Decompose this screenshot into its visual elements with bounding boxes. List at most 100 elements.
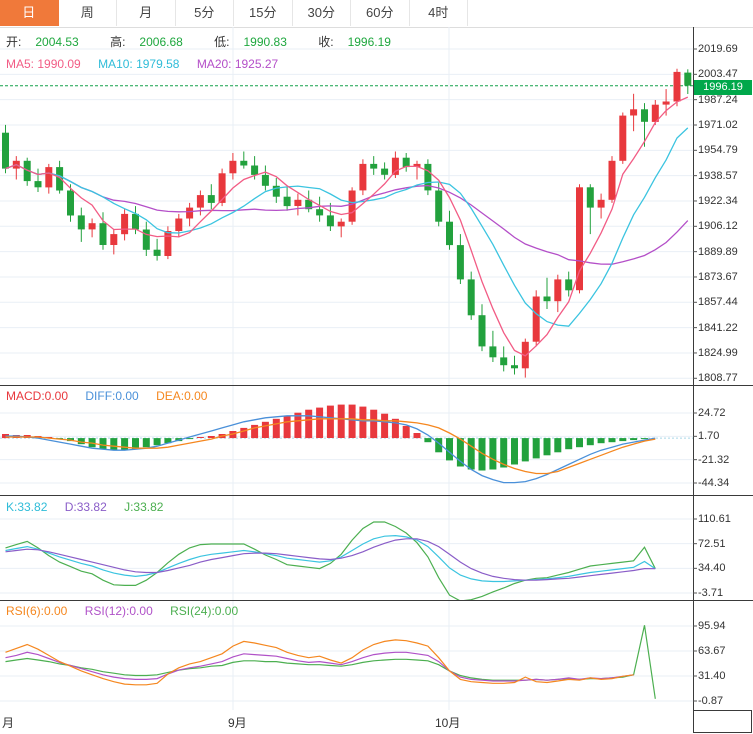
macd-bar: [262, 422, 269, 438]
macd-bar: [522, 438, 529, 461]
candle-body: [294, 200, 301, 206]
macd-bar: [143, 438, 150, 447]
candle-body: [197, 195, 204, 208]
rsi24-line: [6, 625, 656, 699]
candle-body: [175, 219, 182, 232]
macd-bar: [457, 438, 464, 466]
macd-bar: [121, 438, 128, 450]
ma10-line: [6, 128, 688, 326]
candle-body: [132, 214, 139, 230]
candle-body: [392, 158, 399, 175]
time-axis-label: 10月: [435, 714, 460, 731]
candle-body: [229, 161, 236, 174]
macd-bar: [544, 438, 551, 455]
macd-bar: [392, 419, 399, 438]
candle-body: [663, 102, 670, 105]
candle-body: [403, 158, 410, 167]
candle-body: [110, 234, 117, 245]
candle-body: [240, 161, 247, 166]
candle-body: [316, 209, 323, 215]
macd-bar: [511, 438, 518, 464]
macd-bar: [327, 406, 334, 438]
macd-bar: [370, 410, 377, 438]
candle-body: [121, 214, 128, 234]
macd-bar: [641, 438, 648, 439]
candle-body: [587, 187, 594, 207]
macd-bar: [554, 438, 561, 452]
axis-corner-box: [693, 710, 752, 733]
macd-bar: [197, 437, 204, 438]
time-axis-label: 9月: [228, 714, 247, 731]
candle-body: [45, 167, 52, 187]
candle-body: [479, 315, 486, 346]
ma20-line: [6, 165, 688, 265]
macd-bar: [154, 438, 161, 445]
macd-bar: [598, 438, 605, 443]
d-line: [6, 539, 656, 580]
macd-bar: [349, 405, 356, 438]
candle-body: [641, 109, 648, 122]
macd-bar: [609, 438, 616, 442]
rsi-panel: [6, 625, 656, 699]
macd-panel: [2, 405, 655, 483]
macd-bar: [110, 438, 117, 450]
candle-body: [370, 164, 377, 169]
macd-bar: [468, 438, 475, 469]
macd-bar: [316, 408, 323, 438]
macd-bar: [284, 416, 291, 438]
candle-body: [533, 297, 540, 342]
candle-body: [554, 279, 561, 301]
macd-bar: [100, 438, 107, 449]
candle-body: [56, 167, 63, 190]
candle-body: [349, 191, 356, 222]
macd-bar: [305, 410, 312, 438]
candlestick-chart-canvas: [0, 0, 753, 734]
candle-body: [619, 116, 626, 161]
candle-body: [219, 173, 226, 203]
candle-body: [446, 222, 453, 245]
macd-bar: [630, 438, 637, 440]
macd-bar: [381, 414, 388, 438]
candle-body: [381, 169, 388, 175]
trading-chart-app: 日 周 月 5分 15分 30分 60分 4时 开:2004.53 高:2006…: [0, 0, 753, 734]
macd-bar: [240, 428, 247, 438]
candle-body: [511, 365, 518, 368]
candle-body: [544, 297, 551, 302]
candle-body: [327, 215, 334, 226]
candle-body: [338, 222, 345, 227]
candle-body: [609, 161, 616, 200]
macd-bar: [619, 438, 626, 441]
candle-body: [489, 346, 496, 357]
macd-bar: [533, 438, 540, 458]
macd-bar: [489, 438, 496, 469]
candle-body: [100, 223, 107, 245]
macd-bar: [359, 407, 366, 438]
macd-bar: [414, 433, 421, 438]
macd-bar: [338, 405, 345, 438]
candle-body: [576, 187, 583, 290]
current-price-tag: 1996.19: [694, 80, 752, 95]
candle-body: [435, 191, 442, 222]
candle-body: [251, 166, 258, 175]
macd-bar: [208, 436, 215, 438]
macd-bar: [587, 438, 594, 445]
main-price-panel: [0, 69, 693, 378]
macd-bar: [403, 426, 410, 438]
candle-body: [284, 197, 291, 206]
rsi6-line: [6, 640, 634, 685]
candle-body: [154, 250, 161, 256]
macd-bar: [446, 438, 453, 460]
candle-body: [630, 109, 637, 115]
macd-bar: [294, 413, 301, 438]
macd-bar: [565, 438, 572, 449]
candle-body: [164, 231, 171, 256]
candle-body: [674, 72, 681, 102]
time-axis-label: 月: [2, 714, 14, 731]
candle-body: [186, 208, 193, 219]
candle-body: [500, 357, 507, 365]
candle-body: [35, 181, 42, 187]
candle-body: [208, 195, 215, 203]
candle-body: [262, 175, 269, 186]
kdj-panel: [6, 522, 656, 601]
candle-body: [359, 164, 366, 191]
